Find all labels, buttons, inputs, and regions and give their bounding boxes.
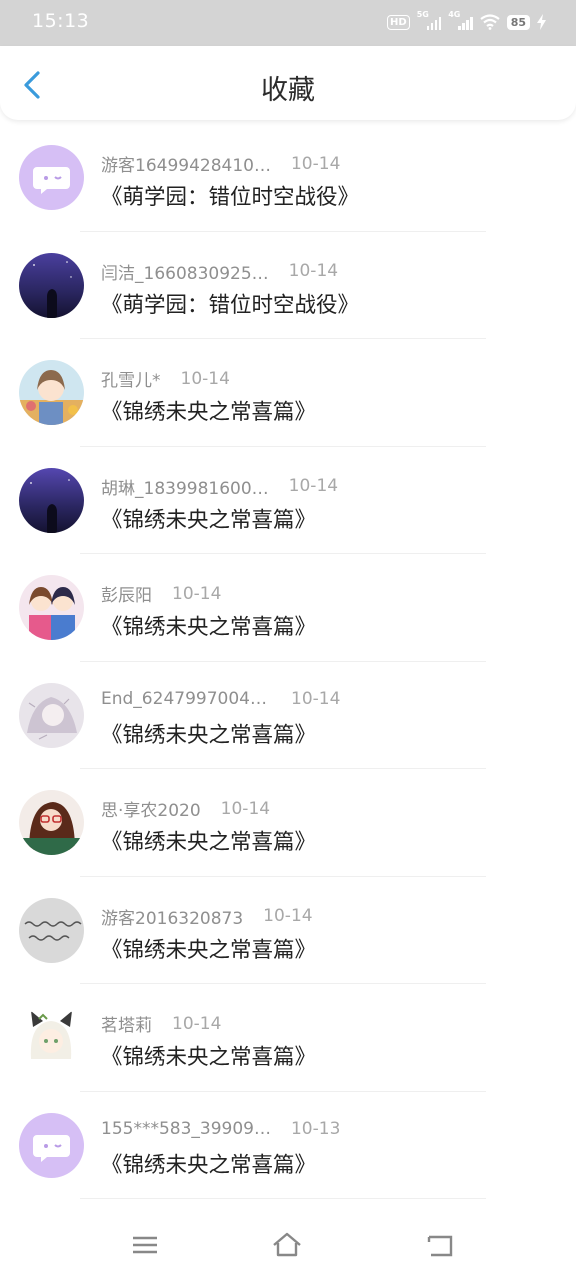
user-name: 茗塔莉: [101, 1016, 152, 1036]
wifi-icon: [480, 14, 500, 30]
work-title: 《锦绣未央之常喜篇》: [101, 400, 317, 425]
avatar[interactable]: [19, 1112, 84, 1178]
avatar[interactable]: [19, 360, 84, 425]
list-item[interactable]: 闫洁_1660830925… 10-14 《萌学园：错位时空战役》: [0, 232, 576, 339]
work-title: 《锦绣未央之常喜篇》: [101, 507, 317, 533]
list-item[interactable]: 155***583_39909… 10-13 《锦绣未央之常喜篇》: [0, 1092, 576, 1199]
item-date: 10-14: [263, 906, 313, 926]
glasses-girl-avatar-icon: [19, 790, 84, 855]
user-name: 胡琳_1839981600…: [101, 478, 269, 499]
system-nav-bar: [0, 1210, 576, 1280]
divider: [80, 1198, 486, 1199]
item-meta: End_62479970040… 10-14: [101, 689, 340, 709]
item-meta: 思·享农2020 10-14: [101, 796, 271, 822]
avatar[interactable]: [19, 1005, 84, 1070]
charging-icon: [537, 14, 546, 30]
item-meta: 游客16499428410… 10-14: [101, 151, 341, 177]
favorites-list: 游客16499428410… 10-14 《萌学园：错位时空战役》 闫洁_166…: [0, 124, 576, 1199]
item-meta: 茗塔莉 10-14: [101, 1011, 222, 1037]
anime-girl-avatar-icon: [19, 360, 84, 425]
purple-chat-avatar-icon: [19, 1112, 84, 1178]
item-date: 10-13: [290, 1118, 341, 1139]
header: 收藏: [0, 46, 576, 120]
work-title: 《锦绣未央之常喜篇》: [101, 1045, 317, 1070]
list-item[interactable]: 思·享农2020 10-14 《锦绣未央之常喜篇》: [0, 769, 576, 877]
item-meta: 游客2016320873 10-14: [101, 904, 313, 929]
item-date: 10-14: [288, 261, 339, 281]
status-icons: HD 5G 4G 85: [387, 10, 546, 33]
item-date: 10-14: [291, 688, 341, 709]
battery-icon: 85: [506, 14, 530, 30]
user-name: 彭辰阳: [101, 586, 152, 606]
avatar[interactable]: [19, 790, 84, 855]
user-name: 思·享农2020: [101, 801, 201, 821]
purple-chat-avatar-icon: [19, 145, 84, 210]
avatar[interactable]: [19, 575, 84, 640]
item-date: 10-14: [290, 153, 341, 174]
work-title: 《萌学园：错位时空战役》: [101, 292, 360, 318]
list-item[interactable]: 孔雪儿* 10-14 《锦绣未央之常喜篇》: [0, 339, 576, 447]
item-meta: 闫洁_1660830925… 10-14: [101, 259, 338, 284]
avatar[interactable]: [19, 897, 84, 963]
home-icon[interactable]: [272, 1230, 302, 1260]
list-item[interactable]: 彭辰阳 10-14 《锦绣未央之常喜篇》: [0, 554, 576, 662]
status-time: 15:13: [32, 10, 90, 32]
anime-pair-avatar-icon: [19, 575, 84, 640]
signal-4g-icon: 4G: [448, 10, 473, 30]
handwriting-avatar-icon: [19, 897, 84, 963]
item-meta: 孔雪儿* 10-14: [101, 366, 230, 392]
item-meta: 155***583_39909… 10-13: [101, 1119, 340, 1139]
avatar[interactable]: [19, 682, 84, 748]
back-nav-icon[interactable]: [425, 1230, 455, 1260]
avatar[interactable]: [19, 145, 84, 210]
work-title: 《锦绣未央之常喜篇》: [101, 830, 317, 855]
list-item[interactable]: 游客2016320873 10-14 《锦绣未央之常喜篇》: [0, 877, 576, 984]
item-date: 10-14: [172, 1013, 222, 1034]
work-title: 《锦绣未央之常喜篇》: [101, 937, 317, 963]
item-date: 10-14: [180, 368, 230, 389]
avatar[interactable]: [19, 467, 84, 533]
item-date: 10-14: [288, 476, 339, 496]
list-item[interactable]: 胡琳_1839981600… 10-14 《锦绣未央之常喜篇》: [0, 447, 576, 554]
list-item[interactable]: 茗塔莉 10-14 《锦绣未央之常喜篇》: [0, 984, 576, 1092]
work-title: 《锦绣未央之常喜篇》: [101, 722, 317, 748]
item-meta: 胡琳_1839981600… 10-14: [101, 474, 338, 499]
avatar[interactable]: [19, 252, 84, 318]
user-name: 游客16499428410…: [101, 156, 271, 176]
sketch-girl-avatar-icon: [19, 682, 84, 748]
signal-5g-icon: 5G: [417, 10, 442, 30]
hd-icon: HD: [387, 14, 410, 30]
night-sky-avatar-icon: [19, 252, 84, 318]
list-item[interactable]: 游客16499428410… 10-14 《萌学园：错位时空战役》: [0, 124, 576, 232]
work-title: 《锦绣未央之常喜篇》: [101, 615, 317, 640]
night-sky-avatar-icon: [19, 467, 84, 533]
work-title: 《萌学园：错位时空战役》: [101, 185, 360, 210]
menu-icon[interactable]: [130, 1230, 160, 1260]
cat-ear-girl-avatar-icon: [19, 1005, 84, 1070]
user-name: 155***583_39909…: [101, 1118, 271, 1139]
user-name: 孔雪儿*: [101, 371, 161, 391]
item-date: 10-14: [172, 583, 222, 604]
status-bar: 15:13 HD 5G 4G 85: [0, 0, 576, 46]
user-name: End_62479970040…: [101, 688, 271, 709]
item-date: 10-14: [220, 798, 271, 819]
list-item[interactable]: End_62479970040… 10-14 《锦绣未央之常喜篇》: [0, 662, 576, 769]
user-name: 闫洁_1660830925…: [101, 263, 269, 284]
user-name: 游客2016320873: [101, 908, 244, 929]
item-meta: 彭辰阳 10-14: [101, 581, 222, 607]
work-title: 《锦绣未央之常喜篇》: [101, 1152, 317, 1178]
page-title: 收藏: [261, 75, 315, 106]
